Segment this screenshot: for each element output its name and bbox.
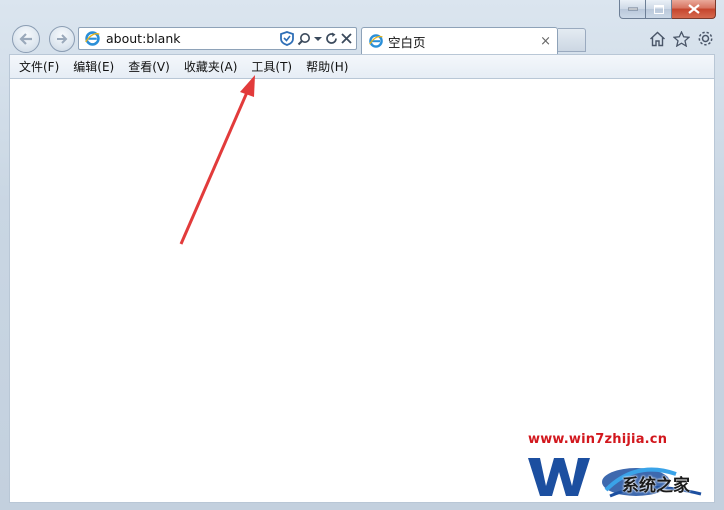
- window-controls: [619, 0, 716, 20]
- security-shield-button[interactable]: [280, 31, 294, 46]
- forward-button[interactable]: [49, 26, 75, 52]
- chevron-down-icon: [314, 36, 322, 41]
- home-button[interactable]: [649, 30, 666, 47]
- ie-icon: [369, 34, 383, 48]
- shield-icon: [280, 31, 294, 46]
- tools-button[interactable]: [697, 30, 714, 47]
- maximize-button[interactable]: [646, 0, 672, 19]
- tab-blank-page[interactable]: 空白页 ×: [361, 27, 558, 54]
- star-icon: [673, 30, 690, 47]
- stop-button[interactable]: [341, 33, 352, 44]
- back-button[interactable]: [12, 25, 40, 53]
- ie-icon: [85, 31, 100, 46]
- tab-title: 空白页: [388, 34, 426, 50]
- menu-file[interactable]: 文件(F): [12, 56, 66, 78]
- forward-arrow-icon: [57, 34, 68, 44]
- maximize-icon: [653, 4, 664, 14]
- favorites-button[interactable]: [673, 30, 690, 47]
- refresh-icon: [326, 32, 337, 44]
- refresh-button[interactable]: [325, 32, 338, 45]
- home-icon: [650, 31, 665, 46]
- gear-icon: [698, 31, 713, 46]
- search-icon: [297, 32, 310, 45]
- menu-tools[interactable]: 工具(T): [244, 56, 299, 78]
- dropdown-button[interactable]: [314, 36, 322, 42]
- close-icon: [687, 4, 700, 14]
- address-input[interactable]: [106, 28, 266, 49]
- command-icons: [649, 30, 714, 47]
- address-bar: [78, 27, 357, 50]
- menu-bar: 文件(F) 编辑(E) 查看(V) 收藏夹(A) 工具(T) 帮助(H): [9, 54, 715, 78]
- search-button[interactable]: [297, 32, 311, 46]
- stop-icon: [341, 33, 352, 44]
- minimize-icon: [627, 7, 638, 11]
- menu-help[interactable]: 帮助(H): [299, 56, 355, 78]
- watermark-site-name: 系统之家: [622, 476, 690, 496]
- menu-view[interactable]: 查看(V): [121, 56, 177, 78]
- tab-close-button[interactable]: ×: [540, 34, 551, 49]
- new-tab-button[interactable]: [558, 28, 586, 52]
- watermark-url: www.win7zhijia.cn: [528, 432, 668, 447]
- address-tools: [280, 31, 352, 46]
- browser-window: 空白页 × 文件(F) 编辑(E) 查看(V) 收藏夹(A) 工具(T) 帮助(…: [0, 0, 724, 510]
- menu-edit[interactable]: 编辑(E): [66, 56, 121, 78]
- menu-favorites[interactable]: 收藏夹(A): [177, 56, 245, 78]
- back-arrow-icon: [19, 33, 32, 45]
- close-button[interactable]: [672, 0, 716, 19]
- minimize-button[interactable]: [619, 0, 646, 19]
